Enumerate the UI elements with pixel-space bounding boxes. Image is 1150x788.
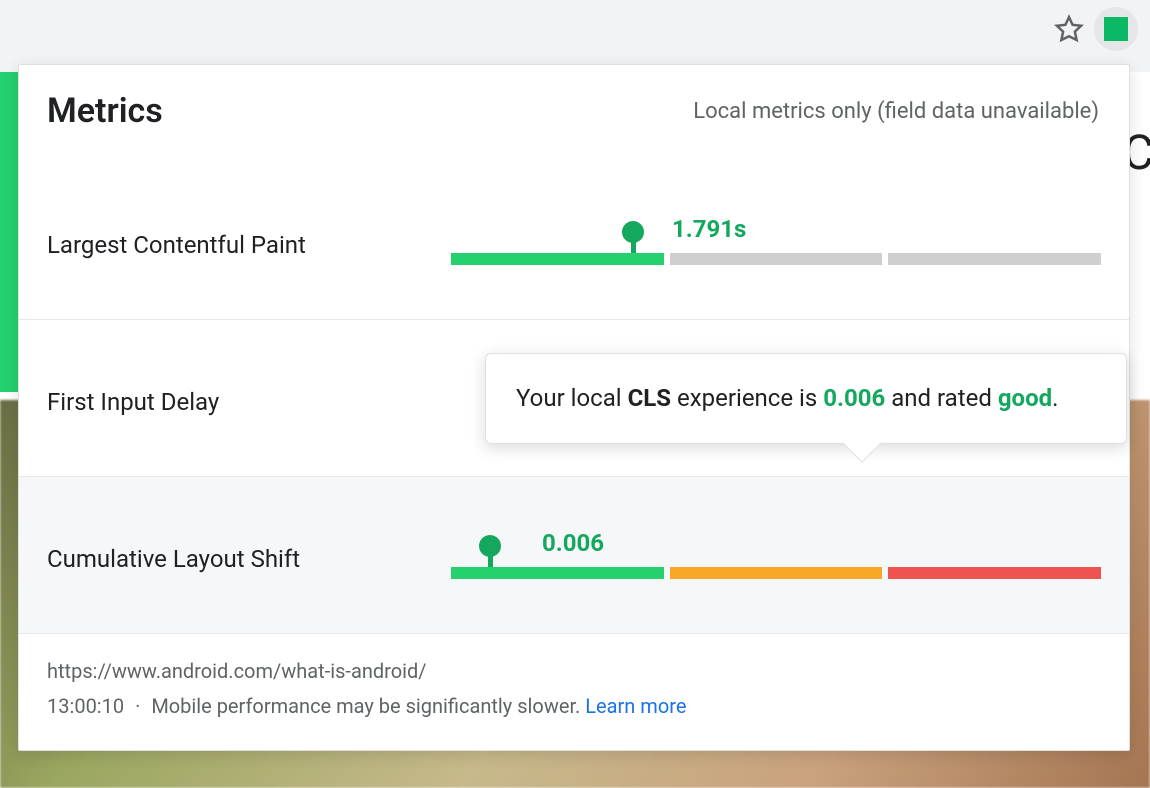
metric-value-lcp: 1.791s: [672, 215, 746, 243]
footer-time: 13:00:10: [47, 694, 124, 718]
metric-label-cls: Cumulative Layout Shift: [47, 545, 451, 573]
tooltip-metric-short: CLS: [628, 384, 671, 412]
backdrop-green-stripe: [0, 72, 20, 392]
bookmark-star-icon[interactable]: [1054, 14, 1084, 44]
tooltip-text-prefix: Your local: [516, 384, 628, 412]
tooltip-rating: good: [998, 384, 1052, 412]
extension-badge[interactable]: [1094, 7, 1138, 51]
segment-grey: [888, 253, 1101, 265]
footer-note-text: Mobile performance may be significantly …: [151, 694, 580, 718]
popup-header: Metrics Local metrics only (field data u…: [19, 65, 1129, 159]
tooltip-value: 0.006: [823, 384, 885, 412]
metric-row-lcp[interactable]: Largest Contentful Paint 1.791s: [19, 159, 1129, 319]
tooltip-text-mid: experience is: [671, 384, 823, 412]
metric-track-cls: 0.006: [451, 529, 1101, 589]
metrics-popup: Metrics Local metrics only (field data u…: [18, 64, 1130, 751]
footer-url: https://www.android.com/what-is-android/: [47, 654, 1101, 689]
segment-grey: [670, 253, 883, 265]
marker-dot-icon: [479, 535, 501, 557]
popup-footer: https://www.android.com/what-is-android/…: [19, 633, 1129, 750]
segment-good: [451, 253, 664, 265]
tooltip-text-suffix: .: [1052, 384, 1058, 412]
browser-chrome-bar: [0, 0, 1150, 58]
learn-more-link[interactable]: Learn more: [585, 694, 686, 718]
metric-row-cls[interactable]: Cumulative Layout Shift 0.006: [19, 476, 1129, 633]
segment-needs-improvement: [670, 567, 883, 579]
metric-label-lcp: Largest Contentful Paint: [47, 231, 451, 259]
metric-track-lcp: 1.791s: [451, 215, 1101, 275]
marker-dot-icon: [622, 221, 644, 243]
threshold-track-cls: [451, 567, 1101, 579]
footer-note-line: 13:00:10 · Mobile performance may be sig…: [47, 689, 1101, 724]
metric-label-fid: First Input Delay: [47, 388, 451, 416]
tooltip-text-mid2: and rated: [885, 384, 998, 412]
metric-value-cls: 0.006: [542, 529, 604, 557]
separator-dot-icon: ·: [135, 694, 140, 718]
extension-status-icon: [1104, 17, 1128, 41]
segment-poor: [888, 567, 1101, 579]
threshold-track-lcp: [451, 253, 1101, 265]
popup-title: Metrics: [47, 91, 163, 131]
segment-good: [451, 567, 664, 579]
popup-subtitle: Local metrics only (field data unavailab…: [693, 99, 1099, 124]
cls-tooltip: Your local CLS experience is 0.006 and r…: [485, 353, 1127, 444]
